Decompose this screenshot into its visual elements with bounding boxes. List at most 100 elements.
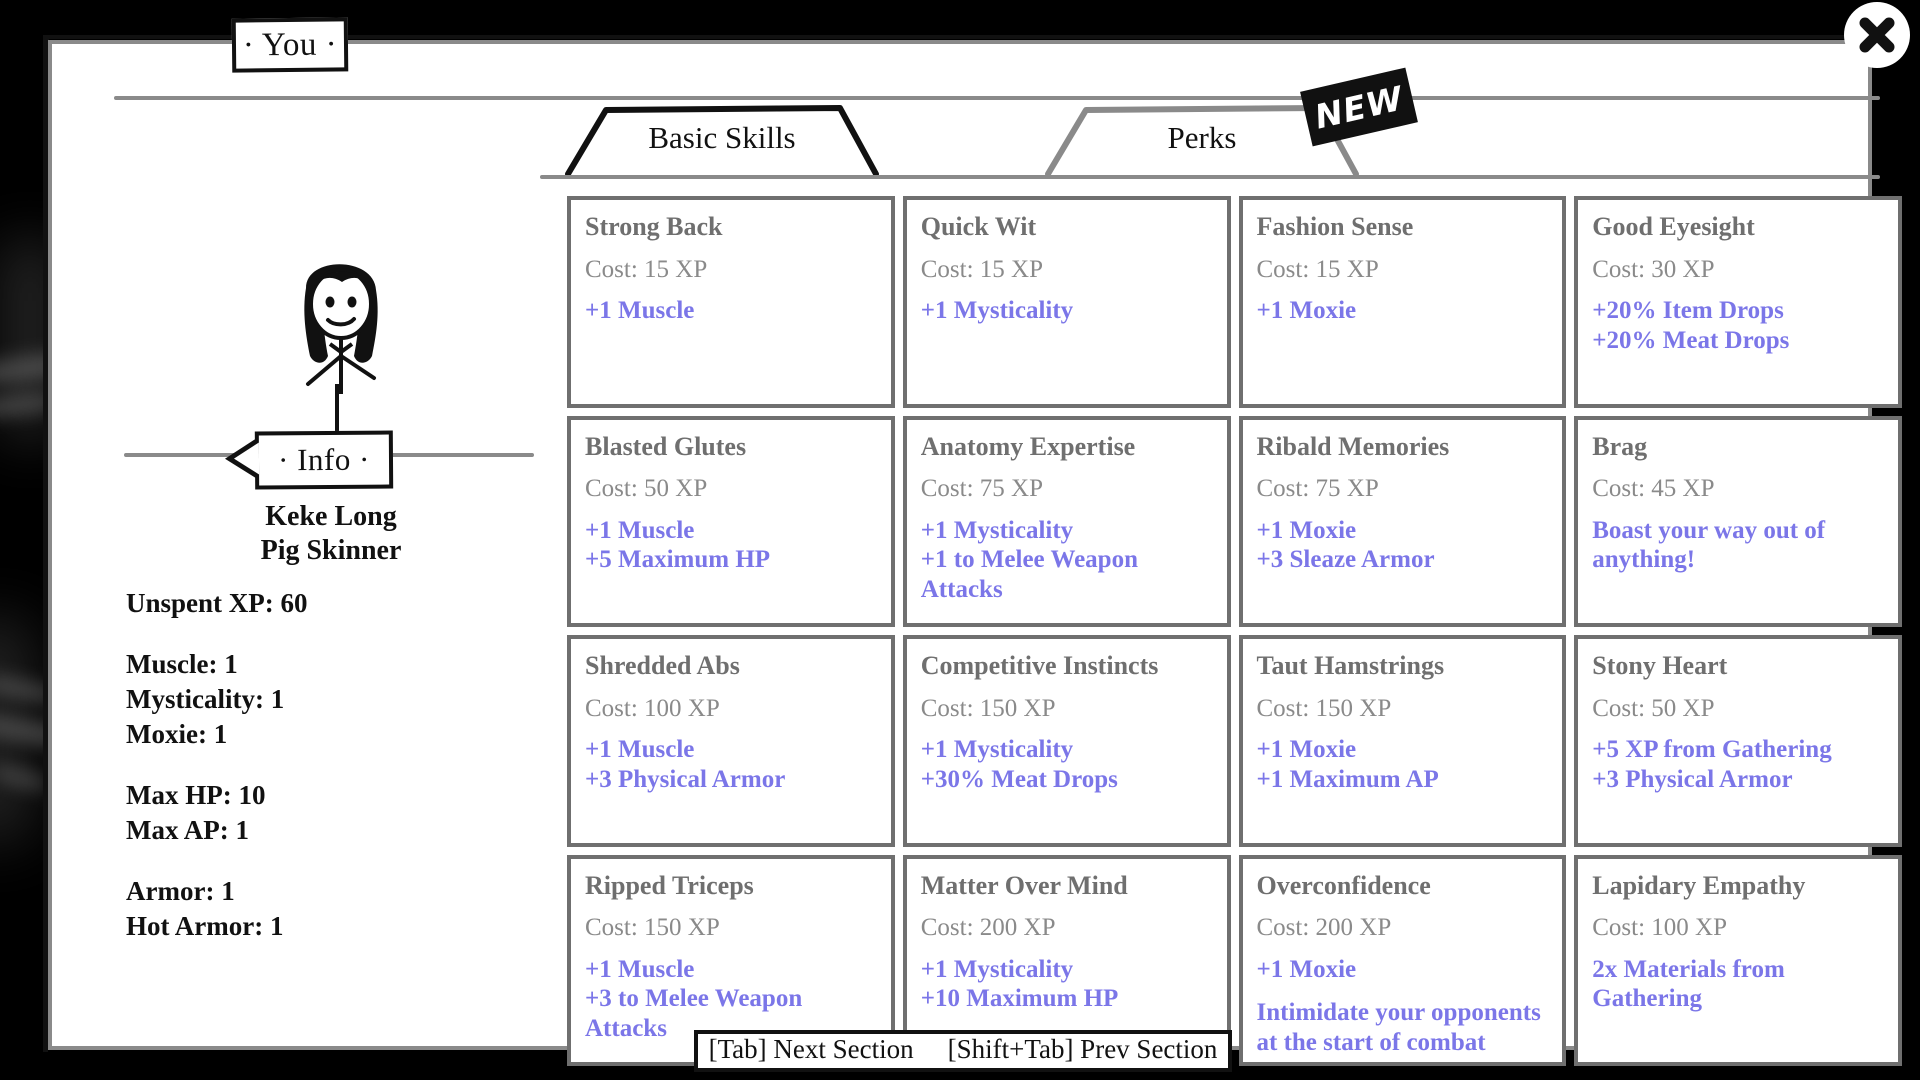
window-title-tag: · You ·: [231, 17, 349, 73]
skill-cost: Cost: 150 XP: [585, 914, 720, 942]
skill-effects: +1 Muscle +3 Physical Armor: [585, 735, 877, 794]
skill-card[interactable]: Good Eyesight Cost: 30 XP +20% Item Drop…: [1574, 196, 1902, 408]
skill-effect-line: +30% Meat Drops: [920, 765, 1118, 793]
stats-group-armor: Armor: 1 Hot Armor: 1: [126, 877, 546, 947]
skill-cost: Cost: 100 XP: [1592, 914, 1728, 942]
skill-effect-line: +1 Muscle: [585, 297, 695, 325]
skill-effects: +1 Muscle: [585, 296, 877, 326]
skill-name: Strong Back: [585, 212, 723, 241]
skill-cost: Cost: 45 XP: [1592, 475, 1715, 503]
character-avatar: [250, 244, 430, 404]
skill-effect-line: 2x Materials from Gathering: [1592, 955, 1785, 1013]
skill-effect-line: +1 Mysticality: [920, 955, 1074, 983]
skill-cost: Cost: 15 XP: [920, 255, 1044, 283]
keyboard-hint-bar: [Tab] Next Section [Shift+Tab] Prev Sect…: [694, 1030, 1232, 1072]
skill-name: Ripped Triceps: [585, 870, 754, 900]
skill-effect-line: +1 Mysticality: [920, 297, 1074, 325]
stats-group-pools: Max HP: 10 Max AP: 1: [126, 781, 546, 851]
skill-cost: Cost: 150 XP: [920, 694, 1056, 722]
skill-effects: +1 Moxie +1 Maximum AP: [1257, 735, 1549, 794]
skill-effects: +1 Mysticality +30% Meat Drops: [921, 735, 1213, 794]
skill-card[interactable]: Taut Hamstrings Cost: 150 XP +1 Moxie +1…: [1238, 635, 1567, 847]
skill-effects: +1 Moxie +3 Sleaze Armor: [1257, 516, 1549, 575]
hint-prev-section: [Shift+Tab] Prev Section: [947, 1033, 1218, 1064]
skill-effect-line: +1 Mysticality: [920, 516, 1074, 544]
skill-card[interactable]: Ribald Memories Cost: 75 XP +1 Moxie +3 …: [1238, 415, 1567, 627]
skill-card[interactable]: Quick Wit Cost: 15 XP +1 Mysticality: [902, 196, 1231, 408]
skill-name: Quick Wit: [920, 212, 1037, 241]
skill-effect-line: +1 Maximum AP: [1256, 765, 1439, 793]
stat-max-ap: Max AP: 1: [126, 815, 249, 845]
skill-effects: +5 XP from Gathering +3 Physical Armor: [1592, 735, 1884, 794]
skill-effects: +1 Muscle +5 Maximum HP: [585, 516, 877, 575]
skill-name: Ribald Memories: [1256, 431, 1450, 461]
skill-card[interactable]: Lapidary Empathy Cost: 100 XP 2x Materia…: [1574, 854, 1902, 1066]
skill-effect-line: +1 Moxie: [1256, 297, 1357, 325]
skill-effect-line: +1 Moxie: [1256, 955, 1357, 983]
close-button[interactable]: [1844, 2, 1910, 68]
skill-card[interactable]: Shredded Abs Cost: 100 XP +1 Muscle +3 P…: [567, 635, 895, 847]
skill-effects: +1 Mysticality: [921, 296, 1213, 326]
character-class: Pig Skinner: [260, 535, 402, 566]
skill-effect-line: +10 Maximum HP: [920, 985, 1119, 1013]
skill-effect-line: +1 Moxie: [1256, 516, 1357, 544]
tab-bar: Basic Skills Perks: [552, 104, 1882, 184]
skill-cost: Cost: 150 XP: [1256, 694, 1392, 722]
skill-card[interactable]: Brag Cost: 45 XP Boast your way out of a…: [1574, 415, 1902, 627]
skill-name: Lapidary Empathy: [1592, 870, 1806, 900]
skill-cost: Cost: 200 XP: [920, 914, 1056, 942]
stat-moxie: Moxie: 1: [126, 719, 228, 749]
skill-card[interactable]: Fashion Sense Cost: 15 XP +1 Moxie: [1238, 196, 1567, 408]
skill-effects: +1 Mysticality +10 Maximum HP: [921, 955, 1213, 1014]
skill-card[interactable]: Strong Back Cost: 15 XP +1 Muscle: [567, 196, 895, 408]
skill-effect-line: +1 Moxie: [1256, 736, 1357, 764]
tab-basic-skills-label: Basic Skills: [648, 120, 796, 155]
character-stats: Unspent XP: 60 Muscle: 1 Mysticality: 1 …: [126, 589, 546, 973]
skill-effects: +20% Item Drops +20% Meat Drops: [1592, 296, 1884, 355]
tab-basic-skills[interactable]: Basic Skills: [562, 104, 882, 176]
stat-mysticality: Mysticality: 1: [126, 684, 285, 714]
skill-effect-line: Boast your way out of anything!: [1592, 516, 1826, 574]
stats-group-attributes: Muscle: 1 Mysticality: 1 Moxie: 1: [126, 650, 546, 755]
skill-card[interactable]: Anatomy Expertise Cost: 75 XP +1 Mystica…: [902, 415, 1231, 627]
skill-name: Competitive Instincts: [920, 651, 1159, 680]
skill-effect-line: +5 Maximum HP: [585, 546, 771, 574]
skill-effect-line: +1 Mysticality: [920, 736, 1074, 764]
skill-cost: Cost: 100 XP: [585, 694, 720, 722]
skill-effect-line: +5 XP from Gathering: [1592, 736, 1832, 764]
stat-unspent-xp: Unspent XP: 60: [126, 588, 308, 618]
skill-name: Overconfidence: [1256, 870, 1431, 900]
skill-cost: Cost: 15 XP: [1256, 255, 1379, 283]
skill-effects: 2x Materials from Gathering: [1592, 955, 1884, 1014]
close-icon: [1859, 17, 1895, 53]
skill-name: Blasted Glutes: [585, 431, 747, 461]
skill-cost: Cost: 50 XP: [1592, 694, 1715, 722]
skill-card[interactable]: Overconfidence Cost: 200 XP +1 Moxie Int…: [1238, 854, 1567, 1066]
skill-effect-line: +20% Item Drops: [1592, 297, 1784, 325]
stat-muscle: Muscle: 1: [126, 649, 238, 679]
skill-effect-line: +1 Muscle: [585, 736, 695, 764]
skill-cost: Cost: 75 XP: [920, 475, 1044, 503]
skill-name: Fashion Sense: [1256, 212, 1414, 241]
info-section-tag: · Info ·: [254, 430, 394, 490]
skill-name: Stony Heart: [1592, 651, 1728, 680]
skill-cost: Cost: 30 XP: [1592, 255, 1715, 283]
skill-card[interactable]: Blasted Glutes Cost: 50 XP +1 Muscle +5 …: [567, 415, 895, 627]
skill-cost: Cost: 15 XP: [585, 255, 708, 283]
skill-effect-line: +3 Physical Armor: [1592, 765, 1793, 793]
skill-name: Shredded Abs: [585, 651, 740, 680]
skill-effect-line: +1 Muscle: [585, 955, 695, 983]
character-name: Keke Long: [265, 501, 397, 532]
skill-effect-line: +20% Meat Drops: [1592, 326, 1790, 354]
hint-next-section: [Tab] Next Section: [708, 1033, 914, 1064]
skill-effects: +1 Moxie: [1257, 296, 1549, 326]
skill-card[interactable]: Stony Heart Cost: 50 XP +5 XP from Gathe…: [1574, 635, 1902, 847]
skill-card[interactable]: Competitive Instincts Cost: 150 XP +1 My…: [902, 635, 1231, 847]
skill-effect-line: +1 to Melee Weapon Attacks: [920, 546, 1138, 603]
skill-effects: +1 Mysticality +1 to Melee Weapon Attack…: [921, 516, 1213, 605]
skill-name: Taut Hamstrings: [1256, 651, 1445, 680]
skill-effect-line: +3 Sleaze Armor: [1256, 546, 1435, 574]
skill-effects: +1 Moxie Intimidate your opponents at th…: [1257, 955, 1549, 1058]
skill-name: Anatomy Expertise: [920, 431, 1136, 461]
skill-cost: Cost: 75 XP: [1256, 475, 1379, 503]
